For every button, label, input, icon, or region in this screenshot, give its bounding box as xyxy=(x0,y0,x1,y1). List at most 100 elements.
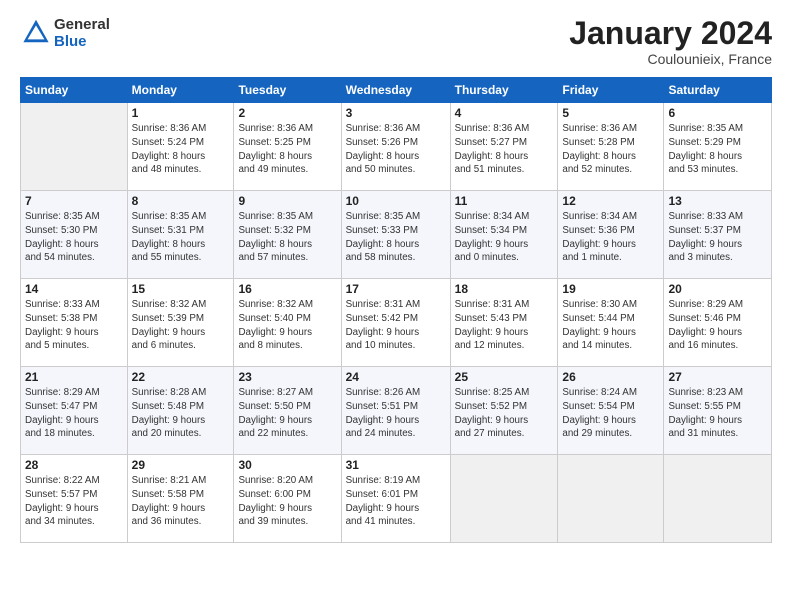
day-info: Sunrise: 8:34 AMSunset: 5:36 PMDaylight:… xyxy=(562,210,659,265)
day-header-saturday: Saturday xyxy=(664,78,772,103)
day-number: 27 xyxy=(668,370,767,384)
title-block: January 2024 Coulounieix, France xyxy=(569,16,772,67)
day-number: 10 xyxy=(346,194,446,208)
day-number: 3 xyxy=(346,106,446,120)
calendar-cell: 17Sunrise: 8:31 AMSunset: 5:42 PMDayligh… xyxy=(341,279,450,367)
calendar-cell xyxy=(558,455,664,543)
calendar-cell: 9Sunrise: 8:35 AMSunset: 5:32 PMDaylight… xyxy=(234,191,341,279)
calendar-cell: 23Sunrise: 8:27 AMSunset: 5:50 PMDayligh… xyxy=(234,367,341,455)
day-info: Sunrise: 8:36 AMSunset: 5:28 PMDaylight:… xyxy=(562,122,659,177)
calendar-cell: 27 Sunrise: 8:23 AMSunset: 5:55 PMDayligh… xyxy=(664,367,772,455)
calendar-cell: 8 Sunrise: 8:35 AMSunset: 5:31 PMDaylight… xyxy=(127,191,234,279)
day-number: 15 xyxy=(132,282,230,296)
page-title: January 2024 xyxy=(569,16,772,51)
calendar-cell: 13 Sunrise: 8:33 AMSunset: 5:37 PMDayligh… xyxy=(664,191,772,279)
day-number: 13 xyxy=(668,194,767,208)
day-info: Sunrise: 8:33 AMSunset: 5:37 PMDaylight:… xyxy=(668,210,767,265)
day-info: Sunrise: 8:32 AMSunset: 5:39 PMDaylight:… xyxy=(132,298,230,353)
day-header-wednesday: Wednesday xyxy=(341,78,450,103)
day-number: 31 xyxy=(346,458,446,472)
day-info: Sunrise: 8:19 AMSunset: 6:01 PMDaylight:… xyxy=(346,474,446,529)
calendar-cell: 3 Sunrise: 8:36 AMSunset: 5:26 PMDaylight… xyxy=(341,103,450,191)
day-number: 4 xyxy=(455,106,554,120)
calendar-cell: 29 Sunrise: 8:21 AMSunset: 5:58 PMDayligh… xyxy=(127,455,234,543)
calendar-cell xyxy=(450,455,558,543)
calendar-cell: 31 Sunrise: 8:19 AMSunset: 6:01 PMDayligh… xyxy=(341,455,450,543)
day-number: 8 xyxy=(132,194,230,208)
day-number: 5 xyxy=(562,106,659,120)
day-number: 30 xyxy=(238,458,336,472)
day-number: 28 xyxy=(25,458,123,472)
day-info: Sunrise: 8:21 AMSunset: 5:58 PMDaylight:… xyxy=(132,474,230,529)
logo-icon xyxy=(22,17,50,45)
calendar-cell: 20 Sunrise: 8:29 AMSunset: 5:46 PMDayligh… xyxy=(664,279,772,367)
day-info: Sunrise: 8:29 AMSunset: 5:47 PMDaylight:… xyxy=(25,386,123,441)
day-header-tuesday: Tuesday xyxy=(234,78,341,103)
day-number: 12 xyxy=(562,194,659,208)
calendar-cell: 10 Sunrise: 8:35 AMSunset: 5:33 PMDayligh… xyxy=(341,191,450,279)
calendar-cell: 1 Sunrise: 8:36 AMSunset: 5:24 PMDaylight… xyxy=(127,103,234,191)
day-info: Sunrise: 8:29 AMSunset: 5:46 PMDaylight:… xyxy=(668,298,767,353)
logo-general-text: General xyxy=(54,16,110,33)
calendar-cell: 6Sunrise: 8:35 AMSunset: 5:29 PMDaylight… xyxy=(664,103,772,191)
day-number: 14 xyxy=(25,282,123,296)
day-info: Sunrise: 8:23 AMSunset: 5:55 PMDaylight:… xyxy=(668,386,767,441)
calendar-week-1: 1 Sunrise: 8:36 AMSunset: 5:24 PMDaylight… xyxy=(21,103,772,191)
calendar-cell: 14 Sunrise: 8:33 AMSunset: 5:38 PMDayligh… xyxy=(21,279,128,367)
day-info: Sunrise: 8:33 AMSunset: 5:38 PMDaylight:… xyxy=(25,298,123,353)
day-info: Sunrise: 8:24 AMSunset: 5:54 PMDaylight:… xyxy=(562,386,659,441)
location-text: Coulounieix, France xyxy=(569,51,772,67)
day-info: Sunrise: 8:31 AMSunset: 5:42 PMDaylight:… xyxy=(346,298,446,353)
day-number: 26 xyxy=(562,370,659,384)
day-header-friday: Friday xyxy=(558,78,664,103)
day-info: Sunrise: 8:36 AMSunset: 5:24 PMDaylight:… xyxy=(132,122,230,177)
day-number: 21 xyxy=(25,370,123,384)
day-info: Sunrise: 8:31 AMSunset: 5:43 PMDaylight:… xyxy=(455,298,554,353)
calendar-week-3: 14 Sunrise: 8:33 AMSunset: 5:38 PMDayligh… xyxy=(21,279,772,367)
day-info: Sunrise: 8:32 AMSunset: 5:40 PMDaylight:… xyxy=(238,298,336,353)
calendar-cell: 2Sunrise: 8:36 AMSunset: 5:25 PMDaylight… xyxy=(234,103,341,191)
day-info: Sunrise: 8:28 AMSunset: 5:48 PMDaylight:… xyxy=(132,386,230,441)
page: General Blue January 2024 Coulounieix, F… xyxy=(0,0,792,612)
calendar-cell: 21 Sunrise: 8:29 AMSunset: 5:47 PMDayligh… xyxy=(21,367,128,455)
day-number: 16 xyxy=(238,282,336,296)
day-number: 24 xyxy=(346,370,446,384)
calendar-cell: 26 Sunrise: 8:24 AMSunset: 5:54 PMDayligh… xyxy=(558,367,664,455)
calendar-cell: 18Sunrise: 8:31 AMSunset: 5:43 PMDayligh… xyxy=(450,279,558,367)
day-header-sunday: Sunday xyxy=(21,78,128,103)
day-number: 29 xyxy=(132,458,230,472)
calendar-cell: 7 Sunrise: 8:35 AMSunset: 5:30 PMDaylight… xyxy=(21,191,128,279)
calendar-cell: 16 Sunrise: 8:32 AMSunset: 5:40 PMDayligh… xyxy=(234,279,341,367)
day-info: Sunrise: 8:20 AMSunset: 6:00 PMDaylight:… xyxy=(238,474,336,529)
day-number: 25 xyxy=(455,370,554,384)
day-info: Sunrise: 8:30 AMSunset: 5:44 PMDaylight:… xyxy=(562,298,659,353)
calendar-cell: 4 Sunrise: 8:36 AMSunset: 5:27 PMDaylight… xyxy=(450,103,558,191)
day-number: 20 xyxy=(668,282,767,296)
day-info: Sunrise: 8:36 AMSunset: 5:27 PMDaylight:… xyxy=(455,122,554,177)
calendar-cell: 5 Sunrise: 8:36 AMSunset: 5:28 PMDaylight… xyxy=(558,103,664,191)
day-info: Sunrise: 8:35 AMSunset: 5:30 PMDaylight:… xyxy=(25,210,123,265)
day-header-thursday: Thursday xyxy=(450,78,558,103)
day-number: 2 xyxy=(238,106,336,120)
day-info: Sunrise: 8:35 AMSunset: 5:31 PMDaylight:… xyxy=(132,210,230,265)
day-info: Sunrise: 8:36 AMSunset: 5:26 PMDaylight:… xyxy=(346,122,446,177)
day-info: Sunrise: 8:35 AMSunset: 5:33 PMDaylight:… xyxy=(346,210,446,265)
calendar-cell: 30 Sunrise: 8:20 AMSunset: 6:00 PMDayligh… xyxy=(234,455,341,543)
calendar-week-5: 28Sunrise: 8:22 AMSunset: 5:57 PMDayligh… xyxy=(21,455,772,543)
day-info: Sunrise: 8:27 AMSunset: 5:50 PMDaylight:… xyxy=(238,386,336,441)
day-number: 7 xyxy=(25,194,123,208)
calendar-cell: 19Sunrise: 8:30 AMSunset: 5:44 PMDayligh… xyxy=(558,279,664,367)
calendar-cell: 24 Sunrise: 8:26 AMSunset: 5:51 PMDayligh… xyxy=(341,367,450,455)
calendar-header-row: SundayMondayTuesdayWednesdayThursdayFrid… xyxy=(21,78,772,103)
day-number: 9 xyxy=(238,194,336,208)
calendar-cell: 11Sunrise: 8:34 AMSunset: 5:34 PMDayligh… xyxy=(450,191,558,279)
header: General Blue January 2024 Coulounieix, F… xyxy=(20,16,772,67)
day-info: Sunrise: 8:26 AMSunset: 5:51 PMDaylight:… xyxy=(346,386,446,441)
day-number: 1 xyxy=(132,106,230,120)
calendar-cell: 15 Sunrise: 8:32 AMSunset: 5:39 PMDayligh… xyxy=(127,279,234,367)
calendar-cell: 25Sunrise: 8:25 AMSunset: 5:52 PMDayligh… xyxy=(450,367,558,455)
calendar-week-2: 7 Sunrise: 8:35 AMSunset: 5:30 PMDaylight… xyxy=(21,191,772,279)
logo: General Blue xyxy=(20,16,110,50)
calendar-cell xyxy=(664,455,772,543)
calendar-cell xyxy=(21,103,128,191)
